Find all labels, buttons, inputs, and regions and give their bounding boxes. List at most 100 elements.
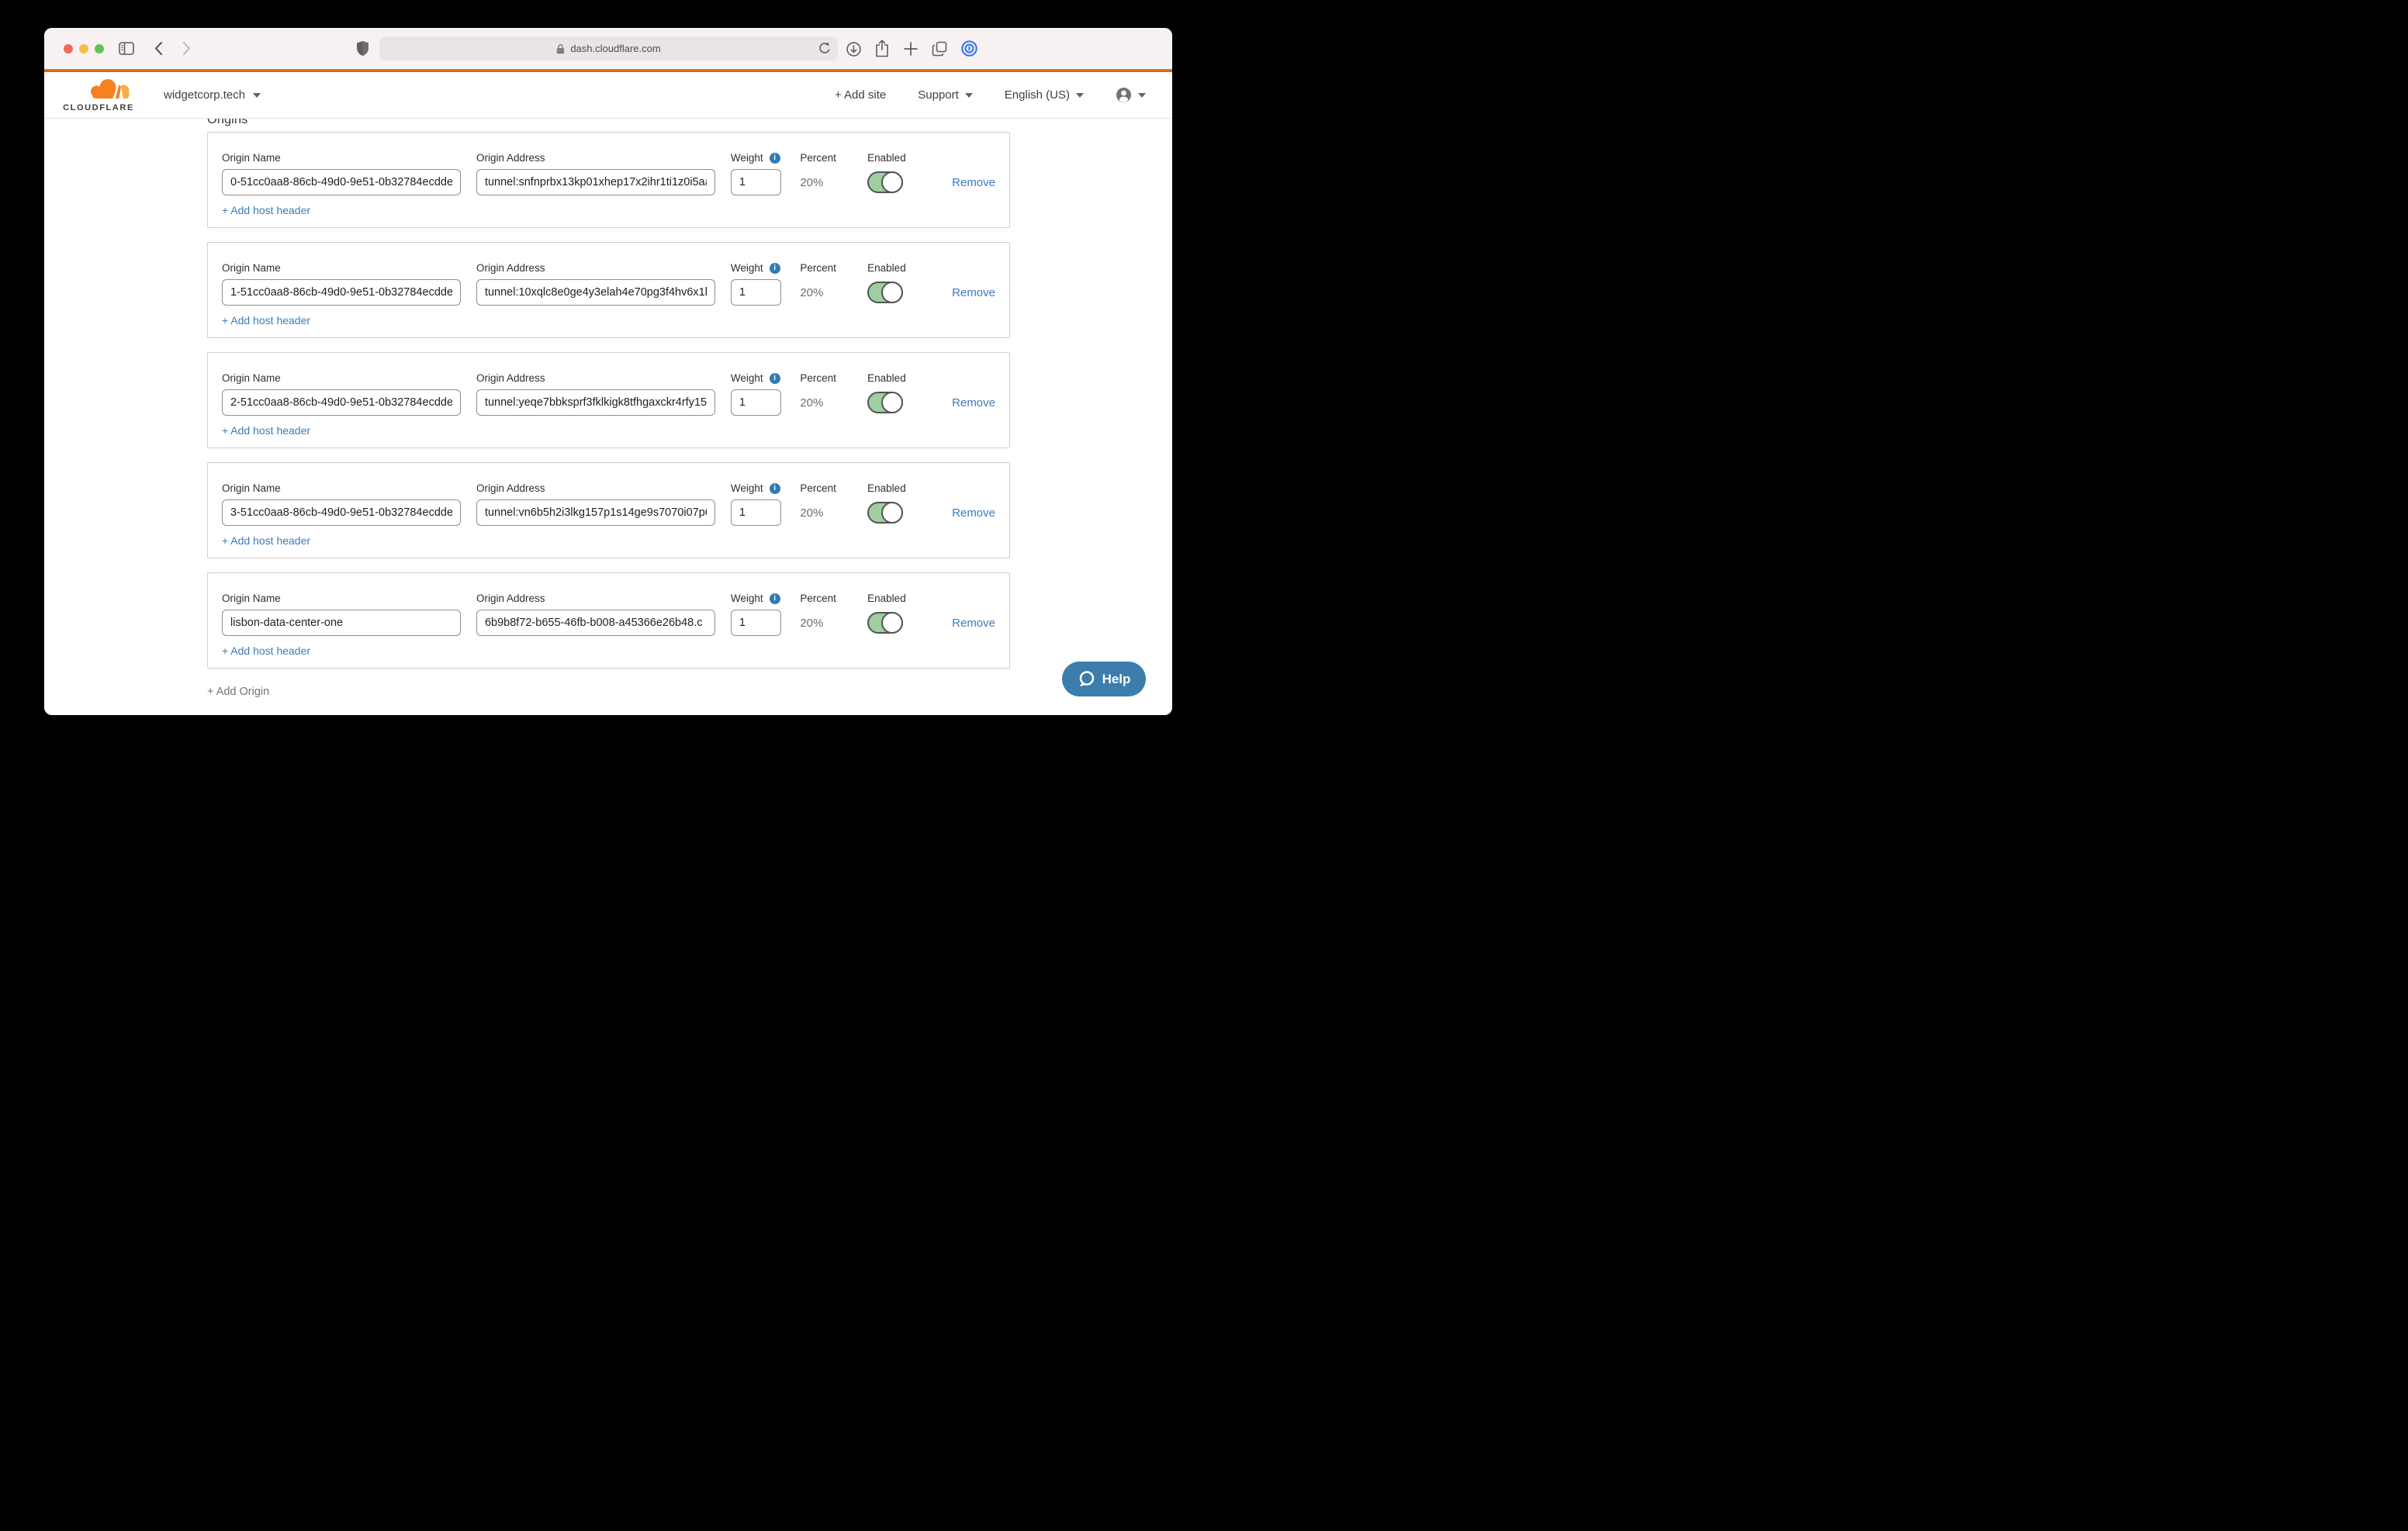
origin-name-label: Origin Name [222, 592, 461, 605]
origin-name-input[interactable] [222, 389, 461, 416]
percent-label: Percent [800, 482, 843, 495]
cloudflare-wordmark: CLOUDFLARE [56, 103, 141, 112]
weight-input[interactable] [731, 499, 781, 526]
enabled-label: Enabled [867, 261, 927, 275]
toggle-knob [881, 282, 903, 303]
enabled-toggle[interactable] [867, 282, 903, 303]
enabled-label: Enabled [867, 482, 927, 495]
percent-label: Percent [800, 372, 843, 385]
info-icon[interactable]: i [770, 153, 780, 164]
address-bar[interactable]: dash.cloudflare.com [379, 36, 838, 60]
weight-input[interactable] [731, 610, 781, 636]
add-origin-link[interactable]: + Add Origin [207, 686, 1172, 698]
origin-name-input[interactable] [222, 499, 461, 526]
percent-value: 20% [800, 396, 823, 410]
percent-value: 20% [800, 176, 823, 189]
origin-name-label: Origin Name [222, 261, 461, 275]
origin-card: Origin Name Origin Address Weight i [207, 462, 1010, 558]
weight-input[interactable] [731, 389, 781, 416]
close-window-button[interactable] [64, 44, 73, 54]
info-icon[interactable]: i [770, 483, 780, 494]
add-site-label: + Add site [835, 88, 886, 102]
enabled-toggle[interactable] [867, 612, 903, 634]
remove-origin-link[interactable]: Remove [952, 396, 995, 410]
forward-button[interactable] [182, 41, 191, 56]
downloads-icon[interactable] [846, 42, 861, 57]
origin-card: Origin Name Origin Address Weight i [207, 352, 1010, 448]
origin-address-input[interactable] [476, 389, 715, 416]
enabled-toggle[interactable] [867, 392, 903, 413]
origin-cards: Origin Name Origin Address Weight i [207, 132, 1010, 669]
toggle-knob [881, 502, 903, 524]
profile-icon [1116, 87, 1132, 103]
add-host-header-link[interactable]: + Add host header [222, 203, 310, 218]
dashboard-header: CLOUDFLARE widgetcorp.tech + Add site Su… [44, 72, 1172, 119]
zone-selector[interactable]: widgetcorp.tech [164, 72, 261, 118]
enabled-toggle[interactable] [867, 502, 903, 524]
origin-address-label: Origin Address [476, 372, 715, 385]
lock-icon [556, 43, 565, 54]
browser-window: dash.cloudflare.com [44, 28, 1172, 715]
language-menu[interactable]: English (US) [1005, 88, 1084, 102]
percent-label: Percent [800, 151, 843, 164]
toggle-knob [881, 171, 903, 193]
enabled-label: Enabled [867, 372, 927, 385]
add-host-header-link[interactable]: + Add host header [222, 644, 310, 658]
origin-name-label: Origin Name [222, 151, 461, 164]
chevron-down-icon [1076, 93, 1084, 98]
minimize-window-button[interactable] [79, 44, 88, 54]
origin-name-input[interactable] [222, 169, 461, 195]
remove-origin-link[interactable]: Remove [952, 506, 995, 520]
support-menu[interactable]: Support [918, 88, 973, 102]
zoom-window-button[interactable] [95, 44, 104, 54]
info-icon[interactable]: i [770, 373, 780, 384]
onepassword-extension-icon[interactable] [961, 40, 977, 57]
weight-label: Weight [731, 152, 763, 164]
enabled-label: Enabled [867, 151, 927, 164]
privacy-shield-icon[interactable] [356, 40, 369, 57]
new-tab-icon[interactable] [904, 42, 918, 56]
weight-input[interactable] [731, 279, 781, 306]
browser-toolbar: dash.cloudflare.com [44, 28, 1172, 69]
back-button[interactable] [154, 41, 163, 56]
origin-card: Origin Name Origin Address Weight i [207, 242, 1010, 338]
origin-address-input[interactable] [476, 169, 715, 195]
toggle-knob [881, 392, 903, 413]
enabled-toggle[interactable] [867, 171, 903, 193]
percent-label: Percent [800, 261, 843, 275]
add-host-header-link[interactable]: + Add host header [222, 423, 310, 438]
account-menu[interactable] [1116, 87, 1146, 103]
address-text: dash.cloudflare.com [570, 43, 660, 54]
add-host-header-link[interactable]: + Add host header [222, 313, 310, 328]
weight-input[interactable] [731, 169, 781, 195]
origin-address-input[interactable] [476, 610, 715, 636]
origin-name-label: Origin Name [222, 372, 461, 385]
remove-origin-link[interactable]: Remove [952, 286, 995, 299]
weight-label: Weight [731, 593, 763, 604]
percent-label: Percent [800, 592, 843, 605]
zone-name: widgetcorp.tech [164, 88, 245, 102]
reload-icon[interactable] [818, 42, 831, 55]
weight-label: Weight [731, 262, 763, 274]
origin-address-label: Origin Address [476, 592, 715, 605]
add-host-header-link[interactable]: + Add host header [222, 534, 310, 548]
origin-card: Origin Name Origin Address Weight i [207, 572, 1010, 669]
share-icon[interactable] [875, 40, 889, 57]
origin-address-label: Origin Address [476, 151, 715, 164]
info-icon[interactable]: i [770, 263, 780, 274]
origin-address-input[interactable] [476, 499, 715, 526]
origin-name-input[interactable] [222, 279, 461, 306]
section-title: Origins [207, 119, 1172, 127]
percent-value: 20% [800, 617, 823, 630]
add-site-button[interactable]: + Add site [835, 88, 886, 102]
origin-address-input[interactable] [476, 279, 715, 306]
cloudflare-logo[interactable]: CLOUDFLARE [56, 78, 141, 112]
tab-overview-icon[interactable] [932, 41, 947, 57]
info-icon[interactable]: i [770, 593, 780, 604]
remove-origin-link[interactable]: Remove [952, 617, 995, 630]
sidebar-toggle-icon[interactable] [119, 42, 134, 55]
chevron-down-icon [253, 93, 261, 98]
remove-origin-link[interactable]: Remove [952, 176, 995, 189]
origin-name-input[interactable] [222, 610, 461, 636]
help-button[interactable]: Help [1062, 662, 1146, 696]
